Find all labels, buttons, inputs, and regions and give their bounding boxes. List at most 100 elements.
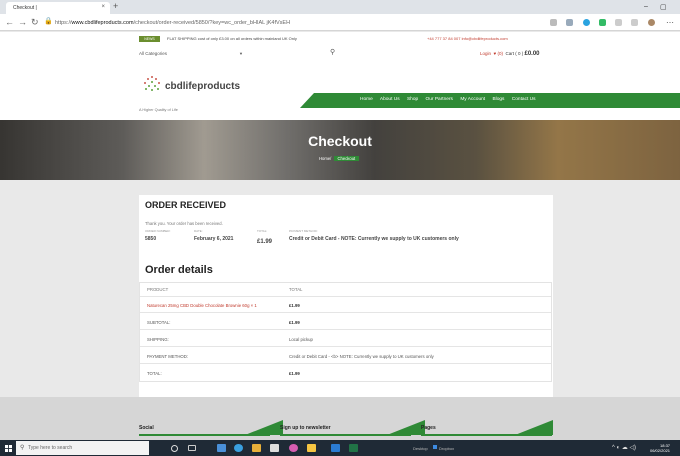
file-explorer-icon[interactable] xyxy=(252,444,261,452)
order-details-heading: Order details xyxy=(145,264,213,276)
store-icon[interactable] xyxy=(270,444,279,452)
column-header-total: TOTAL xyxy=(289,287,303,292)
edge-browser-icon[interactable] xyxy=(234,444,243,452)
category-select[interactable]: All Categories ▼ xyxy=(139,48,249,59)
url-bar[interactable]: https://www.cbdlifeproducts.com/checkout… xyxy=(55,18,575,28)
taskbar-clock[interactable]: 18:37 06/02/2021 xyxy=(650,443,670,453)
row-label: SHIPPING: xyxy=(147,337,169,342)
order-date-label: DATE: xyxy=(194,229,203,233)
row-value: Credit or Debit Card - <b> NOTE: Current… xyxy=(289,354,434,359)
extension-icon[interactable] xyxy=(599,19,606,26)
nav-our-partners[interactable]: Our Partners xyxy=(426,97,453,102)
nav-about-us[interactable]: About Us xyxy=(380,97,400,102)
site-header: All Categories ▼ ⚲ Login ♥ (0) Cart ( 0 )… xyxy=(0,44,680,120)
product-link[interactable]: Naturecan 25mg CBD Double Chocolate Brow… xyxy=(147,303,257,308)
table-row: TOTAL: £1.99 xyxy=(140,367,551,381)
taskbar-app-icon[interactable] xyxy=(217,444,226,452)
window-minimize-button[interactable]: – xyxy=(644,3,648,10)
extension-icon[interactable] xyxy=(583,19,590,26)
page-title: Checkout xyxy=(308,133,372,149)
search-icon[interactable]: ⚲ xyxy=(330,48,335,56)
table-row: Naturecan 25mg CBD Double Chocolate Brow… xyxy=(140,299,551,313)
login-link[interactable]: Login xyxy=(480,51,491,56)
reload-icon[interactable]: ↻ xyxy=(31,17,39,27)
footer-pages-heading: Pages xyxy=(421,425,436,431)
taskbar-app-icon[interactable] xyxy=(307,444,316,452)
footer-social-heading: Social xyxy=(139,425,154,431)
order-received-heading: ORDER RECEIVED xyxy=(145,200,227,210)
nav-shop[interactable]: Shop xyxy=(407,97,418,102)
row-value: £1.99 xyxy=(289,303,300,308)
taskbar-search-placeholder: Type here to search xyxy=(28,445,73,451)
row-value: Local pickup xyxy=(289,337,313,342)
news-badge: NEWS xyxy=(139,36,160,42)
browser-tab[interactable]: Checkout | × xyxy=(6,2,110,14)
back-icon[interactable]: ← xyxy=(5,17,14,27)
word-icon[interactable] xyxy=(331,444,340,452)
row-label: PAYMENT METHOD: xyxy=(147,354,189,359)
extension-icon[interactable] xyxy=(566,19,573,26)
taskbar-app-icon[interactable] xyxy=(289,444,298,452)
more-icon[interactable]: ⋯ xyxy=(666,18,674,27)
payment-method-label: PAYMENT METHOD: xyxy=(289,229,318,233)
dropbox-icon xyxy=(433,445,437,449)
nav-blogs[interactable]: Blogs xyxy=(492,97,504,102)
collections-icon[interactable] xyxy=(631,19,638,26)
table-row: SUBTOTAL: £1.99 xyxy=(140,316,551,330)
row-value: £1.99 xyxy=(289,320,300,325)
account-cart-area[interactable]: Login ♥ (0) Cart ( 0 ) £0.00 xyxy=(480,51,540,57)
row-label: SUBTOTAL: xyxy=(147,320,171,325)
web-page: NEWS FLAT SHIPPING cost of only £3.00 on… xyxy=(0,32,680,440)
nav-contact-us[interactable]: Contact Us xyxy=(512,97,536,102)
window-maximize-button[interactable]: ▢ xyxy=(660,3,667,11)
zoom-icon[interactable] xyxy=(550,19,557,26)
desktop-label[interactable]: Desktop xyxy=(413,446,428,451)
breadcrumb-current: Checkout xyxy=(333,156,360,161)
row-value: £1.99 xyxy=(289,371,300,376)
order-date-value: February 6, 2021 xyxy=(194,236,234,242)
order-number-label: ORDER NUMBER: xyxy=(145,229,171,233)
nav-home[interactable]: Home xyxy=(360,97,373,102)
order-total-value: £1.99 xyxy=(257,239,273,245)
main-nav: Home About Us Shop Our Partners My Accou… xyxy=(360,95,542,105)
site-tagline: A Higher Quality of Life xyxy=(139,108,178,112)
shipping-notice: FLAT SHIPPING cost of only £3.00 on all … xyxy=(167,36,297,41)
tab-title: Checkout | xyxy=(13,5,37,11)
site-logo[interactable]: cbdlifeproducts xyxy=(165,81,240,93)
footer-newsletter-heading: Sign up to newsletter xyxy=(280,425,331,431)
table-header-row: PRODUCT TOTAL xyxy=(140,283,551,297)
column-header-product: PRODUCT xyxy=(147,287,169,292)
table-row: PAYMENT METHOD: Credit or Debit Card - <… xyxy=(140,350,551,364)
breadcrumb: Home/ Checkout xyxy=(319,155,360,162)
tray-icons[interactable]: ^ ◐ ☁ ◁) xyxy=(612,444,636,451)
breadcrumb-home[interactable]: Home/ xyxy=(319,156,331,161)
order-total-label: TOTAL: xyxy=(257,229,268,233)
lock-icon: 🔒 xyxy=(44,18,53,25)
profile-avatar[interactable] xyxy=(648,19,655,26)
new-tab-button[interactable]: + xyxy=(113,2,118,11)
contact-info[interactable]: +44 777 37 84 007 info@cbdlifeproducts.c… xyxy=(427,36,508,42)
cart-amount: £0.00 xyxy=(524,51,540,57)
hero-overlay xyxy=(0,120,680,180)
thank-you-message: Thank you. Your order has been received. xyxy=(145,221,223,226)
task-view-icon[interactable] xyxy=(188,445,196,451)
cart-link[interactable]: Cart ( 0 ) xyxy=(505,51,523,56)
excel-icon[interactable] xyxy=(349,444,358,452)
row-label: TOTAL: xyxy=(147,371,162,376)
order-details-table: PRODUCT TOTAL Naturecan 25mg CBD Double … xyxy=(139,282,552,382)
wishlist-link[interactable]: ♥ (0) xyxy=(494,51,503,56)
nav-my-account[interactable]: My Account xyxy=(460,97,485,102)
windows-start-icon[interactable] xyxy=(5,445,12,452)
cortana-icon[interactable] xyxy=(171,445,178,452)
logo-leaf-icon xyxy=(144,76,160,91)
payment-method-value: Credit or Debit Card - NOTE: Currently w… xyxy=(289,236,459,242)
forward-icon[interactable]: → xyxy=(18,17,27,27)
dropbox-label[interactable]: Dropbox xyxy=(439,446,454,451)
table-row: SHIPPING: Local pickup xyxy=(140,333,551,347)
top-info-bar xyxy=(0,32,680,44)
taskbar-search[interactable]: ⚲ Type here to search xyxy=(16,441,149,455)
dropdown-arrow-icon: ▼ xyxy=(239,51,243,56)
order-number-value: 5850 xyxy=(145,236,157,242)
tab-close-icon[interactable]: × xyxy=(101,4,105,10)
favorites-icon[interactable] xyxy=(615,19,622,26)
